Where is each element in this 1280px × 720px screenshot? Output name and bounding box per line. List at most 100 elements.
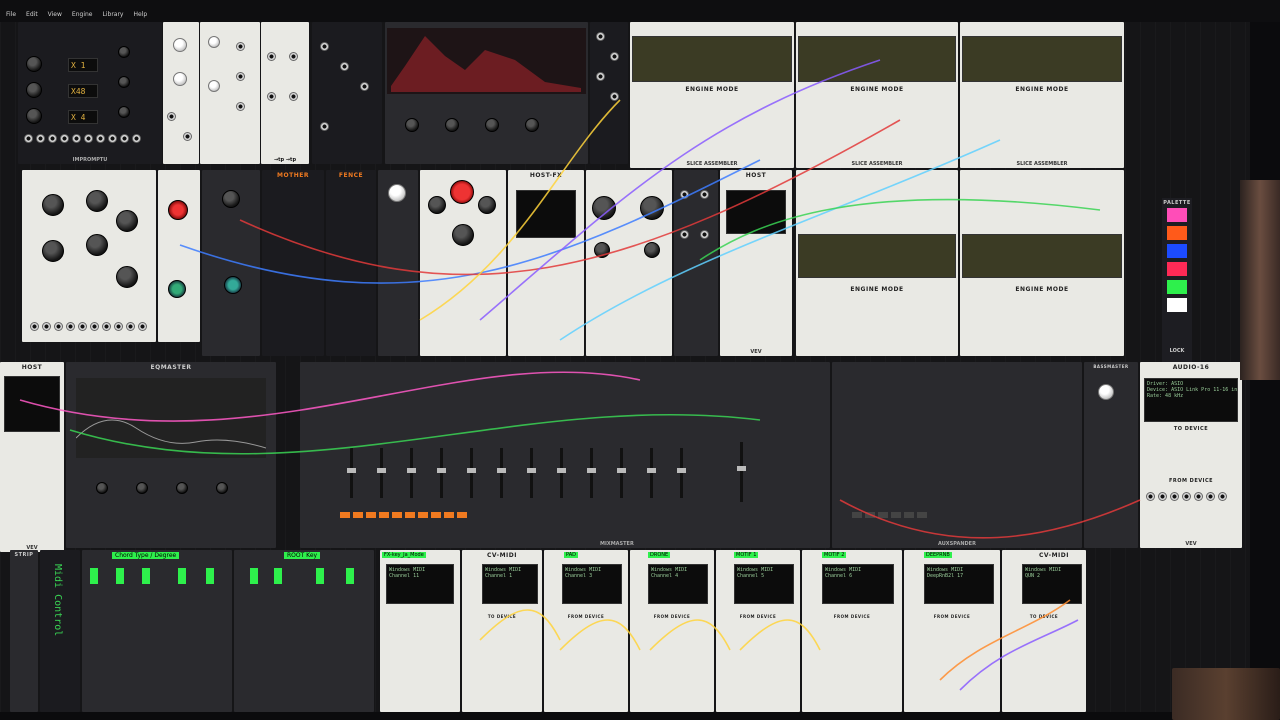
random-knob[interactable] [168, 200, 188, 220]
clock-knob-swing-3[interactable] [118, 106, 130, 118]
clock-out-10[interactable] [132, 134, 141, 143]
clock-knob-ratio-2[interactable] [26, 108, 42, 124]
clock-divider-module[interactable] [163, 22, 199, 164]
mute-btn-1[interactable] [340, 512, 350, 518]
mode-jack-3[interactable] [236, 102, 245, 111]
hyper-slicer-1[interactable]: ENGINE MODE SLICE ASSEMBLER [630, 22, 794, 168]
clouds-jack-3[interactable] [54, 322, 63, 331]
seq-jack-4[interactable] [320, 122, 329, 131]
cv-midi-5[interactable]: MOTIF 1 Windows MIDI Channel 5 FROM DEVI… [716, 550, 800, 712]
aux-btn-4[interactable] [891, 512, 901, 518]
chord-key-1[interactable] [90, 568, 98, 584]
audio16-jack-2[interactable] [1158, 492, 1167, 501]
mix-fader-1[interactable] [347, 448, 356, 498]
clock-knob-swing-1[interactable] [118, 46, 130, 58]
clock-out-3[interactable] [48, 134, 57, 143]
mod-knob-1[interactable] [222, 190, 240, 208]
cv-midi-8[interactable]: CV-MIDI Windows MIDI QUN 2 TO DEVICE [1002, 550, 1086, 712]
mod-knob-2[interactable] [224, 276, 242, 294]
clouds-knob-blend[interactable] [116, 266, 138, 288]
split-module[interactable]: →tp →tp [261, 22, 309, 164]
macro-osc-morph[interactable] [644, 242, 660, 258]
clkdiv-in[interactable] [167, 112, 176, 121]
root-key-2[interactable] [274, 568, 282, 584]
clock-out-8[interactable] [108, 134, 117, 143]
clouds-jack-5[interactable] [78, 322, 87, 331]
clock-knob-swing-2[interactable] [118, 76, 130, 88]
strip-module[interactable]: STRIP [10, 550, 38, 712]
mix-fader-2[interactable] [377, 448, 386, 498]
spectrum-knob-1[interactable] [405, 118, 419, 132]
clouds-jack-8[interactable] [114, 322, 123, 331]
bank-jack-3[interactable] [680, 230, 689, 239]
clkdiv-out[interactable] [183, 132, 192, 141]
seq-jack-1[interactable] [320, 42, 329, 51]
clock-knob-bpm[interactable] [26, 56, 42, 72]
palette-swatch-pink[interactable] [1167, 208, 1187, 222]
clouds-knob-density[interactable] [42, 240, 64, 262]
clock-out-6[interactable] [84, 134, 93, 143]
clock-out-7[interactable] [96, 134, 105, 143]
hyper-slicer-5[interactable]: ENGINE MODE [960, 170, 1124, 356]
cv-midi-1[interactable]: FX-key_Ja_Mode Windows MIDI Channel 11 [380, 550, 460, 712]
palette-swatch-white[interactable] [1167, 298, 1187, 312]
host-fx-module[interactable]: HOST-FX [508, 170, 584, 356]
elements-knob-1[interactable] [428, 196, 446, 214]
mode-jack-2[interactable] [236, 72, 245, 81]
menu-library[interactable]: Library [103, 11, 124, 18]
seq-jack-2[interactable] [340, 62, 349, 71]
split-jack-3[interactable] [267, 92, 276, 101]
clouds-knob-pitch[interactable] [116, 210, 138, 232]
mute-btn-2[interactable] [353, 512, 363, 518]
aux-btn-1[interactable] [852, 512, 862, 518]
clouds-jack-2[interactable] [42, 322, 51, 331]
chord-keyboard-module[interactable]: Chord Type / Degree [82, 550, 232, 712]
aux-btn-3[interactable] [878, 512, 888, 518]
mix-fader-7[interactable] [527, 448, 536, 498]
split-jack-1[interactable] [267, 52, 276, 61]
quantizer-knob[interactable] [388, 184, 406, 202]
cv-midi-6[interactable]: MOTIF 2 Windows MIDI Channel 6 FROM DEVI… [802, 550, 902, 712]
audio16-jack-3[interactable] [1170, 492, 1179, 501]
menu-edit[interactable]: Edit [26, 11, 38, 18]
spectrum-knob-4[interactable] [525, 118, 539, 132]
clock-out-2[interactable] [36, 134, 45, 143]
root-keyboard-module[interactable]: ROOT Key [234, 550, 374, 712]
mix-fader-12[interactable] [677, 448, 686, 498]
quantizer-module[interactable] [378, 170, 418, 356]
elements-knob-3[interactable] [452, 224, 474, 246]
auxspander-module[interactable]: AUXSPANDER [832, 362, 1082, 548]
col-jack-2[interactable] [610, 52, 619, 61]
mute-btn-9[interactable] [444, 512, 454, 518]
palette-swatch-green[interactable] [1167, 280, 1187, 294]
bank-jack-4[interactable] [700, 230, 709, 239]
sequencer-module[interactable] [312, 22, 382, 164]
mix-master-fader[interactable] [737, 442, 746, 502]
macro-oscillator-module[interactable] [586, 170, 672, 356]
mix-fader-11[interactable] [647, 448, 656, 498]
elements-knob-red[interactable] [450, 180, 474, 204]
col-jack-1[interactable] [596, 32, 605, 41]
palette-swatch-orange[interactable] [1167, 226, 1187, 240]
host-module[interactable]: HOST VEV [720, 170, 792, 356]
mother-module[interactable]: MOTHER [262, 170, 324, 356]
eq-knob-4[interactable] [216, 482, 228, 494]
macro-osc-harmonics[interactable] [640, 196, 664, 220]
mode-knob[interactable] [208, 36, 220, 48]
menu-help[interactable]: Help [133, 11, 147, 18]
chord-key-2[interactable] [116, 568, 124, 584]
cv-midi-2[interactable]: CV-MIDI Windows MIDI Channel 1 TO DEVICE [462, 550, 542, 712]
aux-btn-6[interactable] [917, 512, 927, 518]
eq-knob-2[interactable] [136, 482, 148, 494]
clock-out-1[interactable] [24, 134, 33, 143]
clock-out-5[interactable] [72, 134, 81, 143]
seq-jack-3[interactable] [360, 82, 369, 91]
clouds-jack-7[interactable] [102, 322, 111, 331]
cv-midi-3[interactable]: PAD Windows MIDI Channel 3 FROM DEVICE [544, 550, 628, 712]
cv-midi-4[interactable]: DRONE Windows MIDI Channel 4 FROM DEVICE [630, 550, 714, 712]
random-module[interactable] [158, 170, 200, 342]
mix-fader-10[interactable] [617, 448, 626, 498]
fence-module[interactable]: FENCE [326, 170, 376, 356]
spectrum-knob-3[interactable] [485, 118, 499, 132]
cv-midi-7[interactable]: DEEPRNB Windows MIDI DeepRnB2l 17 FROM D… [904, 550, 1000, 712]
